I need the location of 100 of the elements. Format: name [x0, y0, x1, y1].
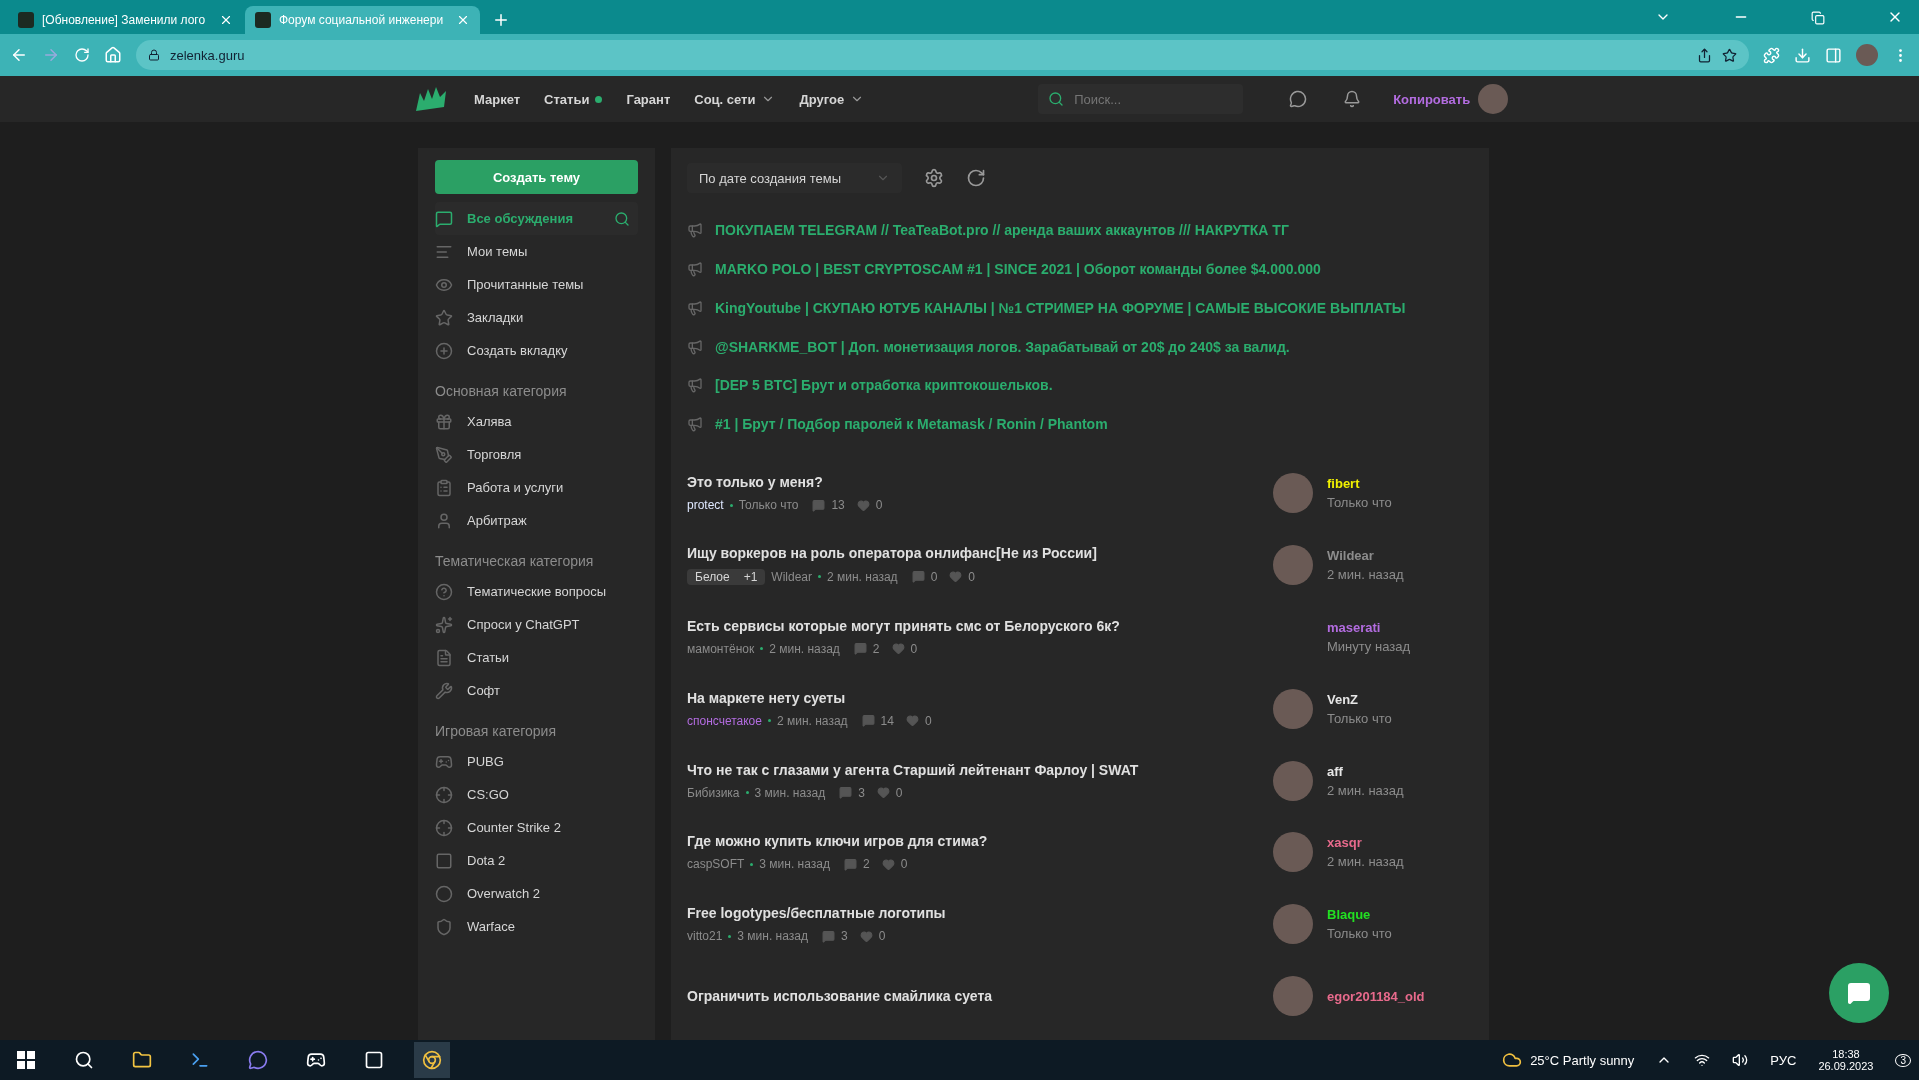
nav-link[interactable]: Статьи [544, 91, 603, 107]
pinned-thread-link[interactable]: [DEP 5 BTC] Брут и отработка криптокошельков. [687, 365, 1473, 405]
avatar-circle[interactable] [1273, 832, 1313, 873]
bookmark-icon[interactable] [1722, 47, 1737, 63]
puzzle-icon[interactable] [1763, 46, 1780, 64]
nav-link[interactable]: Соц. сети [694, 91, 776, 107]
pinned-thread-link[interactable]: ПОКУПАЕМ TELEGRAM // TeaTeaBot.pro // аренда ваших аккаунтов /// НАКРУТКА ТГ [687, 210, 1473, 250]
nav-link[interactable]: Гарант [626, 91, 671, 107]
thread-title[interactable]: Это только у меня? [687, 474, 1273, 491]
category-item[interactable]: Overwatch 2 [435, 877, 638, 910]
category-item[interactable]: Торговля [435, 438, 638, 471]
username-link[interactable]: Копировать [1393, 91, 1471, 107]
address-field[interactable]: zelenka.guru [136, 40, 1749, 70]
author-name[interactable]: спонсчетакое [687, 713, 762, 728]
heart-icon [859, 929, 873, 943]
author-name[interactable]: caspSOFT [687, 857, 745, 872]
reply-count: 13 [831, 498, 845, 513]
author-name[interactable]: vitto21 [687, 929, 723, 944]
download-icon[interactable] [1794, 46, 1811, 64]
author-name[interactable]: Wildear [771, 570, 812, 584]
heart-icon [856, 498, 870, 512]
category-icon [435, 445, 453, 464]
language-indicator[interactable]: РУС [1770, 1052, 1797, 1068]
weather-text[interactable]: 25°C Partly sunny [1530, 1052, 1635, 1068]
avatar-circle[interactable] [1273, 545, 1313, 585]
last-poster-name[interactable]: Blaque [1327, 907, 1392, 923]
last-poster-name[interactable]: xasqr [1327, 835, 1404, 851]
home-icon[interactable] [104, 46, 122, 64]
network-icon[interactable] [1694, 1052, 1711, 1068]
last-poster-name[interactable]: Wildear [1327, 548, 1404, 563]
share-icon[interactable] [1697, 47, 1712, 63]
category-item[interactable]: Warface [435, 910, 638, 943]
search-box[interactable]: Поиск... [1038, 84, 1244, 114]
last-poster-name[interactable]: aff [1327, 763, 1404, 779]
category-item[interactable]: PUBG [435, 745, 638, 778]
refresh-icon[interactable] [966, 168, 986, 189]
search-field[interactable]: Поиск... [1072, 90, 1217, 108]
thread-title[interactable]: Есть сервисы которые могут принять смс от Белоруского 6к? [687, 617, 1273, 634]
settings-icon[interactable] [924, 168, 944, 189]
chat-button[interactable] [1829, 963, 1889, 1023]
category-item[interactable]: Dota 2 [435, 844, 638, 877]
category-item[interactable]: CS:GO [435, 778, 638, 811]
last-poster-name[interactable]: fibert [1327, 476, 1392, 492]
pinned-thread-link[interactable]: @SHARKME_BOT | Доп. монетизация логов. Зарабатывай от 20$ до 240$ за валид. [687, 327, 1473, 366]
bell-icon[interactable] [1343, 90, 1362, 108]
sidebar-item[interactable]: Прочитанные темы [435, 268, 638, 301]
thread-title[interactable]: Что не так с глазами у агента Старший лейтенант Фарлоу | SWAT [687, 761, 1273, 778]
thread-title[interactable]: Free logotypes/бесплатные логотипы [687, 905, 1273, 922]
sidebar-item[interactable]: Мои темы [435, 235, 638, 268]
thread-title[interactable]: Ограничить использование смайлика суета [687, 988, 1273, 1005]
avatar-circle[interactable] [1273, 904, 1313, 945]
category-item[interactable]: Халява [435, 405, 638, 438]
clock[interactable]: 18:38 26.09.2023 [1818, 1048, 1874, 1072]
avatar-circle[interactable] [1273, 976, 1313, 1017]
nav-link[interactable]: Другое [799, 91, 865, 107]
restore-icon[interactable] [1811, 11, 1825, 25]
pinned-thread-link[interactable]: MARKO POLO | BEST CRYPTOSCAM #1 | SINCE 2021 | Оборот команды более $4.000.000 [687, 249, 1473, 289]
avatar-circle[interactable] [1273, 688, 1313, 729]
last-poster-name[interactable]: VenZ [1327, 691, 1392, 707]
search-icon [1048, 91, 1065, 107]
author-name[interactable]: Бибизика [687, 785, 740, 800]
volume-icon[interactable] [1732, 1052, 1749, 1068]
sidebar-item-icon [435, 209, 453, 228]
author-name[interactable]: мамонтёнок [687, 641, 755, 656]
like-count: 0 [900, 857, 908, 872]
user-avatar[interactable] [1478, 84, 1509, 114]
sort-dropdown[interactable]: По дате создания темы [687, 163, 902, 194]
category-item[interactable]: Работа и услуги [435, 471, 638, 504]
last-poster-name[interactable]: egor201184_old [1327, 988, 1425, 1004]
side-panel-icon[interactable] [1825, 46, 1842, 64]
avatar-circle[interactable] [1273, 760, 1313, 801]
new-tab-icon[interactable] [492, 11, 510, 29]
reload-icon[interactable] [74, 47, 90, 63]
close-icon[interactable] [219, 13, 233, 27]
browser-tab[interactable]: [Обновление] Заменили лого [8, 6, 243, 34]
category-item[interactable]: Статьи [435, 641, 638, 674]
profile-avatar[interactable] [1856, 44, 1878, 66]
sidebar-item[interactable]: Все обсуждения [435, 202, 638, 235]
thread-title[interactable]: На маркете нету суеты [687, 689, 1273, 706]
last-poster-name[interactable]: maserati [1327, 619, 1411, 635]
sidebar-item[interactable]: Создать вкладку [435, 334, 638, 367]
browser-icon[interactable] [414, 1042, 450, 1078]
chat-icon [1847, 981, 1871, 1005]
sidebar-item[interactable]: Закладки [435, 301, 638, 334]
category-item[interactable]: Counter Strike 2 [435, 811, 638, 844]
category-item[interactable]: Тематические вопросы [435, 575, 638, 608]
category-item[interactable]: Спроси у ChatGPT [435, 608, 638, 641]
thread-title[interactable]: Ищу воркеров на роль оператора онлифанс[Не из России] [687, 545, 1273, 561]
pinned-thread-link[interactable]: #1 | Брут / Подбор паролей к Metamask / Ronin / Phantom [687, 404, 1473, 444]
nav-link[interactable]: Маркет [474, 91, 521, 107]
back-icon[interactable] [10, 46, 28, 64]
thread-title[interactable]: Где можно купить ключи игров для стима? [687, 833, 1273, 850]
avatar-circle[interactable] [1273, 473, 1313, 514]
close-icon[interactable] [456, 13, 470, 27]
category-item[interactable]: Софт [435, 674, 638, 707]
chat-icon[interactable] [1289, 90, 1308, 108]
category-item[interactable]: Арбитраж [435, 504, 638, 537]
pinned-thread-link[interactable]: KingYoutube | СКУПАЮ ЮТУБ КАНАЛЫ | №1 СТРИМЕР НА ФОРУМЕ | САМЫЕ ВЫСОКИЕ ВЫПЛАТЫ [687, 288, 1473, 328]
megaphone-icon [687, 299, 703, 316]
author-name[interactable]: protect [687, 498, 724, 513]
